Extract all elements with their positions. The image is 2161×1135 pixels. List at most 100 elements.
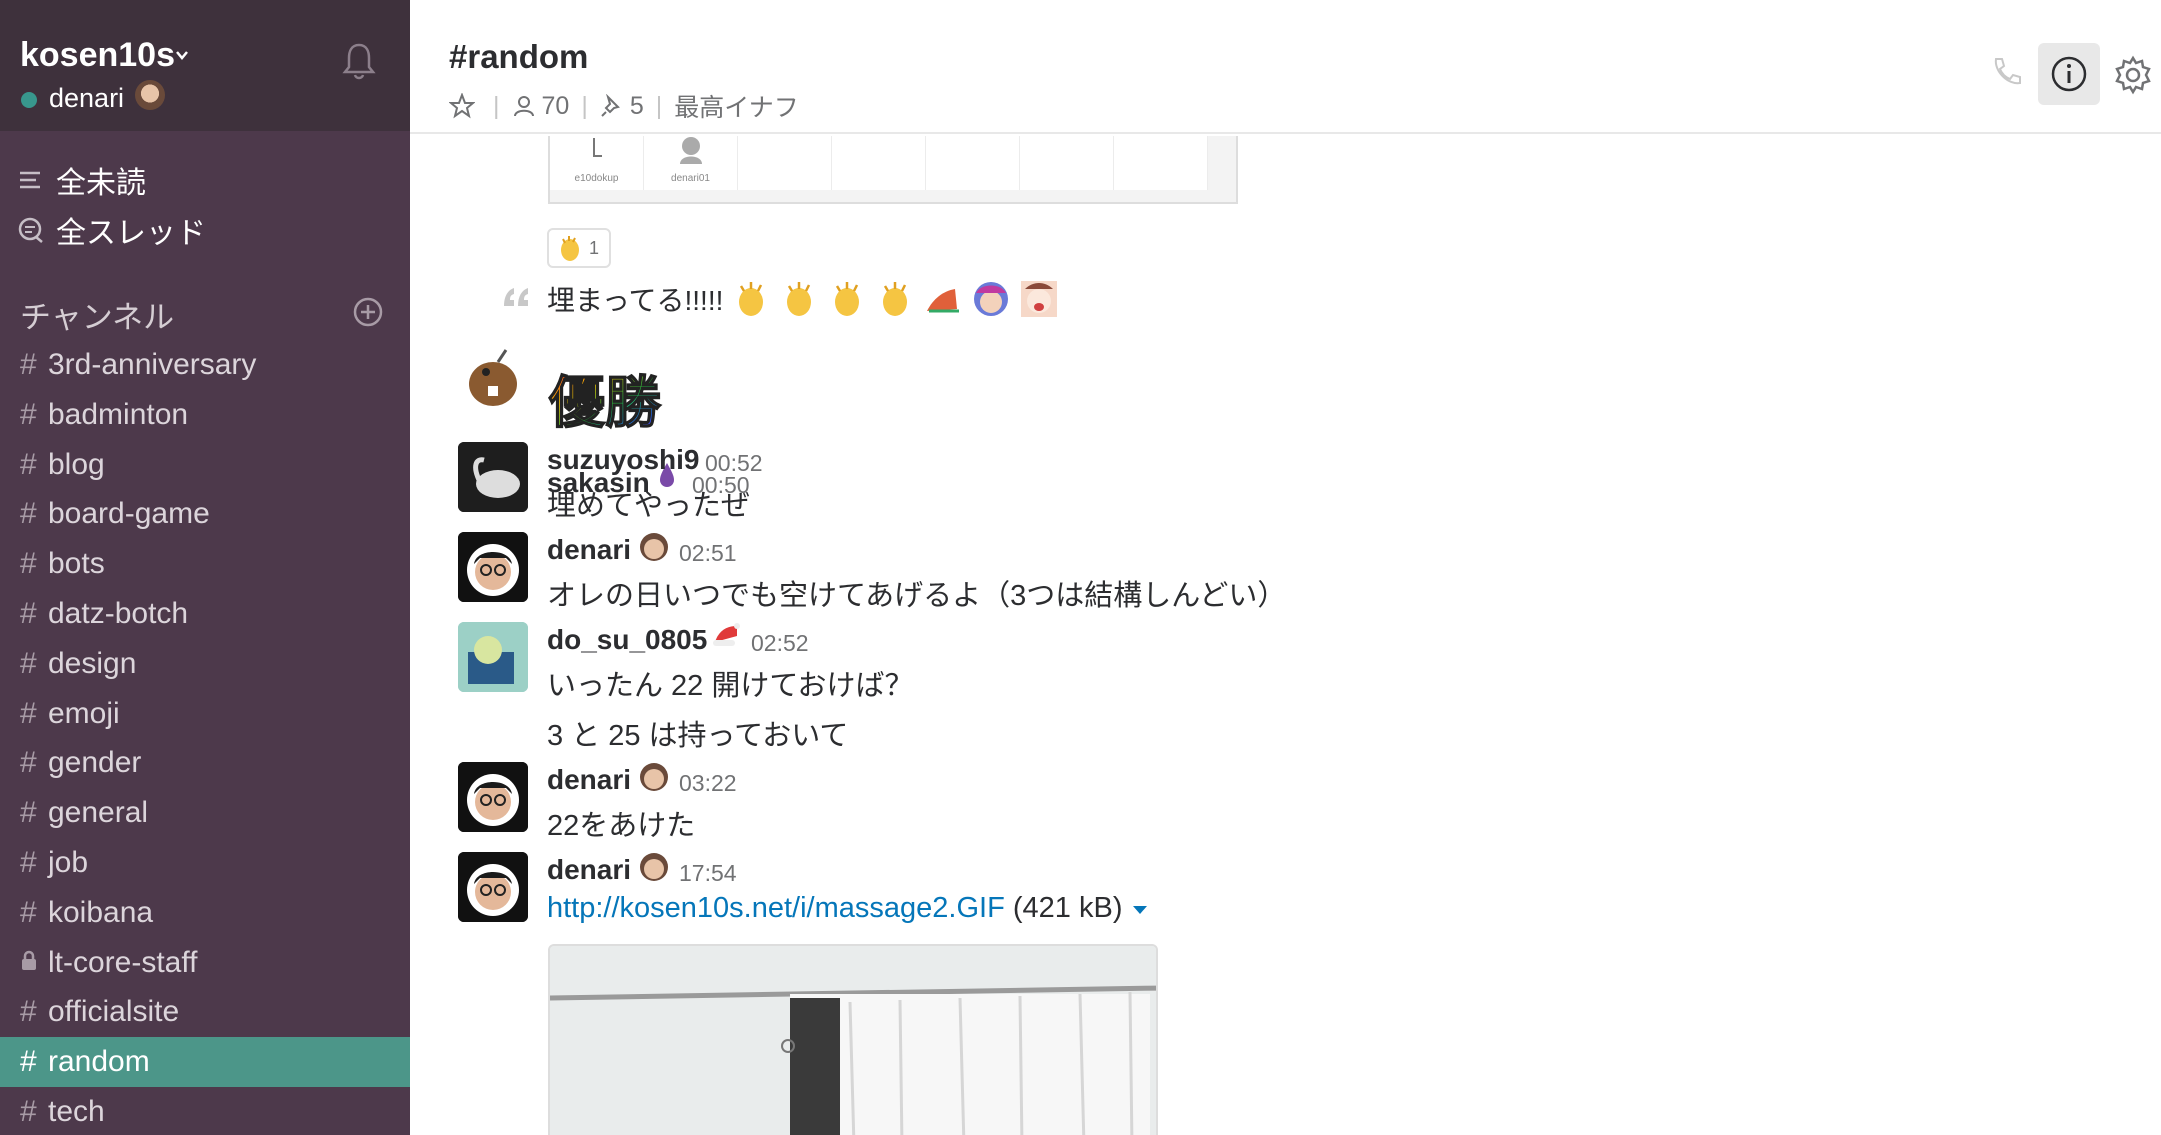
sidebar-channel-board-game[interactable]: # board-game [0, 489, 410, 539]
avatar[interactable] [458, 342, 528, 412]
gif-attachment[interactable] [548, 944, 1158, 1135]
channel-label: board-game [48, 497, 210, 530]
denari-avatar-icon [458, 852, 528, 922]
sidebar-channel-officialsite[interactable]: # officialsite [0, 987, 410, 1037]
chevron-down-icon[interactable] [175, 48, 189, 62]
sidebar-channel-design[interactable]: # design [0, 639, 410, 689]
caret-down-icon[interactable] [1131, 903, 1149, 917]
message-body: 3 と 25 は持っておいて [547, 720, 849, 752]
channel-topic[interactable]: 最高イナフ [674, 88, 799, 124]
lock-icon [20, 946, 48, 980]
image-cell [738, 136, 832, 190]
nav-all-unreads[interactable]: 全未読 [16, 158, 146, 202]
sidebar-channel-gender[interactable]: # gender [0, 738, 410, 788]
channel-label: emoji [48, 697, 120, 730]
member-icon[interactable] [512, 94, 536, 118]
clap-emoji-icon [787, 282, 812, 316]
add-channel-icon[interactable] [352, 296, 384, 328]
pinned-count[interactable]: 5 [630, 92, 644, 121]
sidebar-channel-tech[interactable]: # tech [0, 1087, 410, 1135]
message-time[interactable]: 02:51 [679, 540, 737, 567]
santa-hat-status-icon [713, 623, 740, 646]
sidebar-channel-badminton[interactable]: # badminton [0, 390, 410, 440]
channel-name[interactable]: #random [449, 38, 588, 76]
nav-all-threads[interactable]: 全スレッド [16, 208, 206, 252]
message-time[interactable]: 00:52 [705, 450, 763, 477]
info-icon [2051, 56, 2087, 92]
sidebar-channel-koibana[interactable]: # koibana [0, 888, 410, 938]
channel-label: job [48, 846, 89, 879]
sidebar: kosen10s denari 全未読 全スレッド チャンネル #3rd-ann… [0, 0, 410, 1135]
main-pane: #random | 70 | 5 | 最高イナフ e10dokup denari… [410, 0, 2161, 1135]
avatar[interactable] [458, 532, 528, 602]
hash-icon: # [20, 1095, 37, 1128]
image-cell: denari01 [644, 136, 738, 190]
channel-label: blog [48, 448, 105, 481]
reaction-pill[interactable]: 1 [547, 228, 611, 268]
sidebar-channel-3rd-anniversary[interactable]: #3rd-anniversary [0, 340, 410, 390]
sidebar-channel-random[interactable]: # random [0, 1037, 410, 1087]
channel-label: gender [48, 746, 142, 779]
sidebar-channel-job[interactable]: # job [0, 838, 410, 888]
sidebar-channel-datz-botch[interactable]: # datz-botch [0, 589, 410, 639]
hash-icon: # [20, 348, 37, 381]
channels-header[interactable]: チャンネル [20, 292, 174, 337]
message-time[interactable]: 02:52 [751, 630, 809, 657]
avatar[interactable] [458, 442, 528, 512]
user-status-emoji [135, 80, 165, 110]
nav-label: 全未読 [56, 167, 146, 200]
user-placeholder-icon [680, 137, 702, 164]
room-photo [550, 946, 1156, 1135]
channel-label: badminton [48, 398, 189, 431]
channel-label: 3rd-anniversary [48, 348, 257, 381]
message-sender[interactable]: suzuyoshi9 [547, 444, 699, 476]
sidebar-channel-blog[interactable]: # blog [0, 440, 410, 490]
message-body: http://kosen10s.net/i/massage2.GIF (421 … [547, 892, 1149, 925]
sidebar-channel-emoji[interactable]: # emoji [0, 689, 410, 739]
channel-info-button[interactable] [2038, 43, 2100, 105]
channel-label: datz-botch [48, 597, 189, 630]
phone-icon[interactable] [1988, 55, 2024, 91]
image-cell [832, 136, 926, 190]
pin-icon[interactable] [600, 94, 624, 118]
hash-icon: # [20, 497, 37, 530]
message-sender[interactable]: do_su_0805 [547, 624, 707, 656]
previous-image-attachment[interactable]: e10dokup denari01 [548, 136, 1238, 204]
message-body: いったん 22 開けておけば？ [547, 670, 914, 702]
reaction-count: 1 [589, 237, 600, 258]
sidebar-channel-lt-core-staff[interactable]: lt-core-staff [0, 938, 410, 988]
nav-label: 全スレッド [56, 217, 206, 250]
sidebar-channel-general[interactable]: # general [0, 788, 410, 838]
star-icon[interactable] [449, 93, 475, 119]
threads-icon [18, 217, 43, 243]
face-status-icon [640, 533, 668, 561]
hash-icon: # [20, 647, 37, 680]
team-name[interactable]: kosen10s [20, 36, 175, 75]
gear-icon[interactable] [2113, 55, 2153, 95]
member-count[interactable]: 70 [542, 92, 570, 121]
channel-label: general [48, 796, 149, 829]
custom-emoji-icon [927, 289, 960, 313]
hash-icon: # [20, 597, 37, 630]
sidebar-channel-bots[interactable]: # bots [0, 539, 410, 589]
image-cell-label: e10dokup [574, 173, 619, 184]
file-link[interactable]: http://kosen10s.net/i/massage2.GIF [547, 892, 1005, 924]
message-time[interactable]: 03:22 [679, 770, 737, 797]
avatar[interactable] [458, 622, 528, 692]
message-sender[interactable]: denari [547, 764, 631, 796]
message-body: オレの日いつでも空けてあげるよ（3つは結構しんどい） [547, 580, 1287, 612]
bell-icon[interactable] [340, 40, 378, 82]
message-sender[interactable]: denari [547, 854, 631, 886]
hash-icon: # [20, 796, 37, 829]
clap-emoji-icon [561, 236, 579, 261]
message-time[interactable]: 17:54 [679, 860, 737, 887]
hash-icon: # [20, 448, 37, 481]
yusho-emoji-text: 優勝 [548, 371, 662, 432]
message-sender[interactable]: denari [547, 534, 631, 566]
channel-label: koibana [48, 896, 154, 929]
avatar[interactable] [458, 762, 528, 832]
avatar[interactable] [458, 852, 528, 922]
face-status-icon [640, 853, 668, 881]
team-header[interactable]: kosen10s denari [0, 0, 410, 131]
beaver-avatar-icon [469, 349, 517, 406]
